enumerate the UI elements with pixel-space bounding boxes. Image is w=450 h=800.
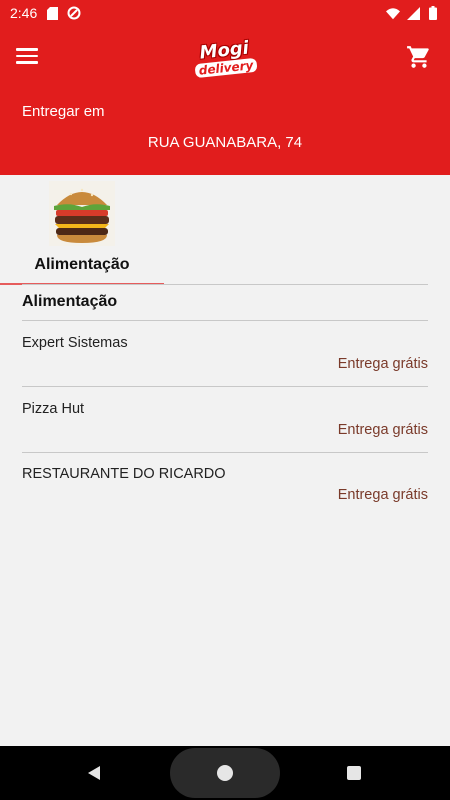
store-list-item[interactable]: Expert Sistemas Entrega grátis	[22, 321, 428, 386]
signal-icon	[406, 6, 420, 20]
data-saver-icon	[67, 6, 81, 20]
delivery-address: RUA GUANABARA, 74	[147, 134, 303, 151]
delivery-label: Entregar em	[22, 103, 105, 120]
home-icon[interactable]	[217, 765, 233, 781]
recents-icon[interactable]	[347, 766, 361, 780]
category-label: Alimentação	[34, 256, 130, 273]
status-time: 2:46	[10, 5, 38, 21]
app-toolbar: Mogi delivery	[0, 26, 450, 88]
system-nav-bar	[0, 746, 450, 800]
store-name: Expert Sistemas	[22, 335, 128, 351]
wifi-icon	[386, 6, 400, 20]
hamburger-image	[49, 181, 115, 246]
store-delivery-info: Entrega grátis	[337, 487, 428, 503]
divider	[22, 284, 428, 285]
store-name: RESTAURANTE DO RICARDO	[22, 466, 226, 482]
store-delivery-info: Entrega grátis	[337, 422, 428, 438]
sd-card-icon	[45, 6, 59, 20]
store-name: Pizza Hut	[22, 401, 85, 417]
status-bar: 2:46	[0, 0, 450, 26]
category-tab-alimentacao[interactable]: Alimentação	[0, 175, 164, 285]
hamburger-menu-icon[interactable]	[16, 44, 44, 70]
store-list-item[interactable]: Pizza Hut Entrega grátis	[22, 387, 428, 452]
battery-icon	[426, 6, 440, 20]
app-screen: 2:46 Mogi delivery Entregar em RUA GUANA…	[0, 0, 450, 800]
mogi-delivery-logo: Mogi delivery	[193, 33, 258, 83]
cart-icon[interactable]	[406, 44, 432, 70]
back-icon[interactable]	[86, 765, 102, 781]
store-delivery-info: Entrega grátis	[337, 356, 428, 372]
section-title: Alimentação	[22, 293, 118, 310]
store-list-item[interactable]: RESTAURANTE DO RICARDO Entrega grátis	[22, 452, 428, 517]
delivery-address-banner[interactable]: Entregar em RUA GUANABARA, 74	[0, 88, 450, 175]
